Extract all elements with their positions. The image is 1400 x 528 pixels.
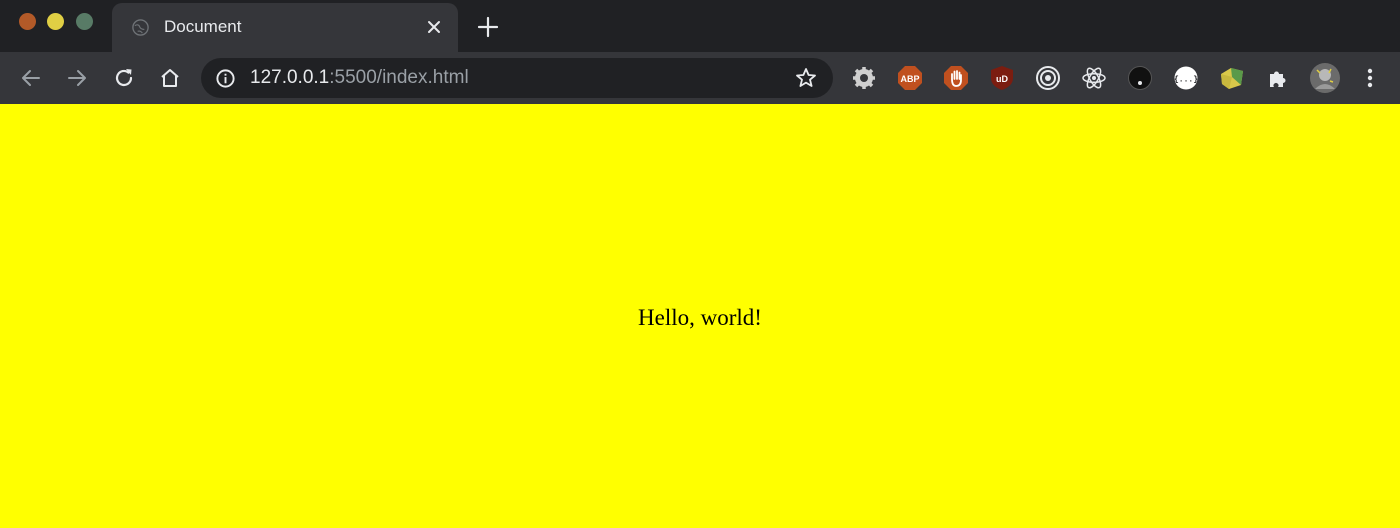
- react-devtools-extension-icon[interactable]: [1081, 65, 1107, 91]
- page-viewport: Hello, world!: [0, 104, 1400, 528]
- window-minimize-button[interactable]: [47, 13, 64, 30]
- abp-label: ABP: [900, 74, 919, 84]
- url-text[interactable]: 127.0.0.1:5500/index.html: [250, 67, 469, 89]
- ublock-extension-icon[interactable]: uD: [989, 65, 1015, 91]
- site-info-icon[interactable]: [215, 68, 236, 89]
- window-maximize-button[interactable]: [76, 13, 93, 30]
- ublock-label: uD: [996, 74, 1008, 84]
- bookmark-star-icon[interactable]: [794, 66, 818, 90]
- new-tab-button[interactable]: [474, 13, 502, 41]
- forward-arrow-icon[interactable]: [63, 64, 91, 92]
- page-body-text: Hello, world!: [638, 305, 762, 330]
- profile-avatar[interactable]: [1309, 62, 1341, 94]
- json-viewer-extension-icon[interactable]: {...}: [1173, 65, 1199, 91]
- settings-gear-extension-icon[interactable]: [851, 65, 877, 91]
- url-path: :5500/index.html: [329, 67, 469, 88]
- tab-document[interactable]: Document: [112, 3, 458, 52]
- tab-strip: Document: [0, 0, 1400, 52]
- json-viewer-label: {...}: [1174, 76, 1198, 85]
- adblock-plus-extension-icon[interactable]: ABP: [897, 65, 923, 91]
- address-bar[interactable]: 127.0.0.1:5500/index.html: [201, 58, 833, 98]
- url-host: 127.0.0.1: [250, 67, 330, 88]
- dark-circle-extension-icon[interactable]: [1127, 65, 1153, 91]
- window-close-button[interactable]: [19, 13, 36, 30]
- puzzle-extensions-icon[interactable]: [1265, 65, 1291, 91]
- home-icon[interactable]: [156, 64, 184, 92]
- target-rings-extension-icon[interactable]: [1035, 65, 1061, 91]
- tab-close-icon[interactable]: [424, 17, 444, 37]
- globe-icon: [132, 19, 149, 36]
- folder-extension-icon[interactable]: [1219, 65, 1245, 91]
- stop-hand-extension-icon[interactable]: [943, 65, 969, 91]
- more-menu-icon[interactable]: [1356, 64, 1384, 92]
- browser-toolbar: 127.0.0.1:5500/index.html ABP uD {...}: [0, 52, 1400, 104]
- tab-title: Document: [164, 17, 242, 36]
- reload-icon[interactable]: [110, 64, 138, 92]
- back-arrow-icon[interactable]: [17, 64, 45, 92]
